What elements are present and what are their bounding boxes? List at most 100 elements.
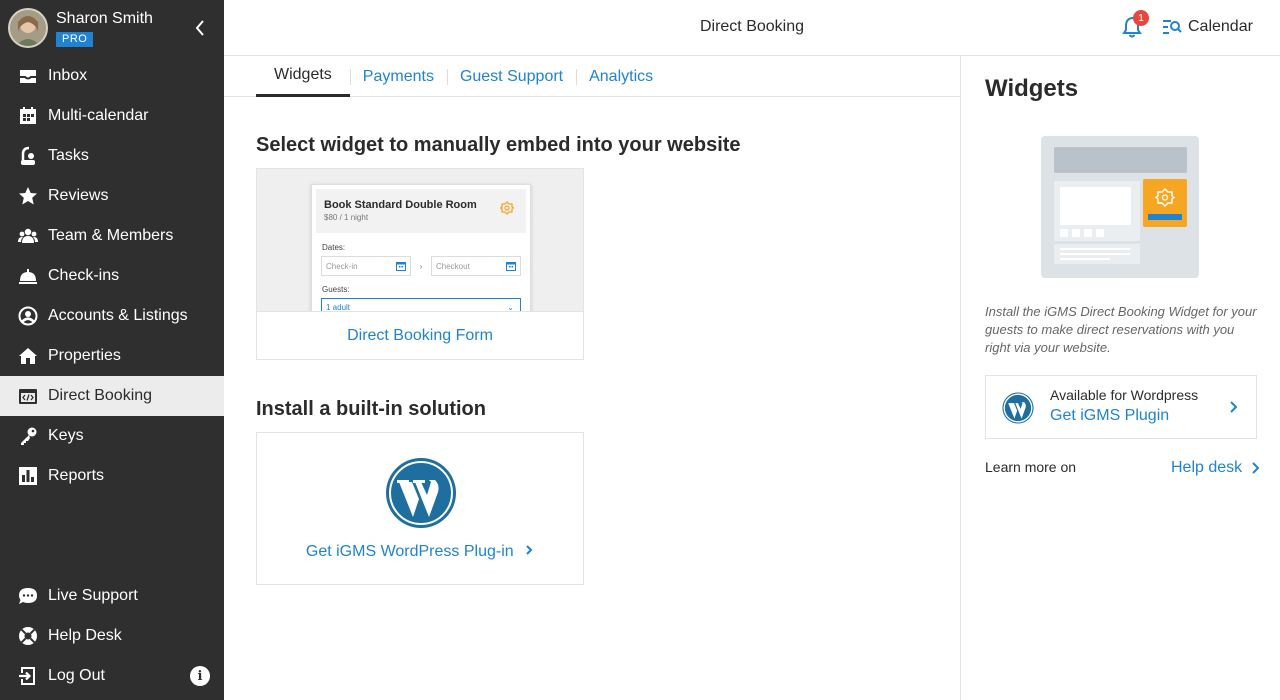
sidebar-item-label: Live Support (48, 587, 138, 604)
notification-badge: 1 (1133, 10, 1149, 26)
sidebar-nav: Inbox Multi-calendar Tasks Reviews Team … (0, 56, 224, 496)
sidebar-bottom-nav: Live Support Help Desk Log Out i (0, 576, 224, 696)
bar-chart-icon (18, 466, 38, 486)
wordpress-plugin-card[interactable]: Get iGMS WordPress Plug-in (256, 432, 584, 585)
sidebar-item-label: Keys (48, 427, 84, 444)
widget-illustration (1041, 136, 1199, 278)
sidebar-item-label: Tasks (48, 147, 89, 164)
wordpress-logo-icon (1002, 392, 1034, 424)
sidebar-item-label: Properties (48, 347, 121, 364)
wordpress-plugin-link[interactable]: Get iGMS WordPress Plug-in (257, 543, 583, 561)
sidebar-item-label: Reviews (48, 187, 109, 204)
mock-checkout-placeholder: Checkout (436, 261, 470, 271)
profile[interactable]: Sharon Smith PRO (0, 0, 224, 56)
mini-calendar-icon (396, 262, 406, 271)
tab-widgets[interactable]: Widgets (256, 56, 350, 97)
sidebar-item-log-out[interactable]: Log Out i (0, 656, 224, 696)
mock-price: $80 / 1 night (324, 213, 369, 222)
tab-guest-support[interactable]: Guest Support (446, 56, 576, 97)
sidebar-item-label: Multi-calendar (48, 107, 149, 124)
sidebar-item-reviews[interactable]: Reviews (0, 176, 224, 216)
booking-form-mock: Book Standard Double Room $80 / 1 night … (311, 184, 531, 312)
logout-icon (18, 666, 38, 686)
account-icon (18, 306, 38, 326)
home-icon (18, 346, 38, 366)
user-name: Sharon Smith (56, 10, 153, 27)
info-icon[interactable]: i (190, 666, 210, 686)
mock-guests-select: 1 adult ⌄ (321, 298, 521, 312)
sidebar-item-help-desk[interactable]: Help Desk (0, 616, 224, 656)
right-panel: Widgets Install the iGMS Direct Booking … (960, 56, 1280, 700)
avatar[interactable] (8, 8, 48, 48)
service-bell-icon (18, 266, 38, 286)
get-plugin-box[interactable]: Available for Wordpress Get iGMS Plugin (985, 375, 1257, 439)
sidebar-item-label: Inbox (48, 67, 88, 84)
sidebar-item-label: Log Out (48, 667, 105, 684)
chevron-right-icon (1252, 462, 1260, 474)
sidebar-item-accounts[interactable]: Accounts & Listings (0, 296, 224, 336)
widgets-heading: Select widget to manually embed into you… (256, 134, 741, 156)
panel-description: Install the iGMS Direct Booking Widget f… (985, 304, 1257, 355)
panel-title: Widgets (985, 75, 1079, 102)
mock-guests-label: Guests: (322, 285, 350, 294)
wordpress-logo-icon (386, 458, 456, 528)
pro-badge: PRO (56, 32, 94, 47)
builtin-heading: Install a built-in solution (256, 398, 486, 420)
sidebar-item-reports[interactable]: Reports (0, 456, 224, 496)
sidebar-item-label: Reports (48, 467, 105, 484)
tab-analytics[interactable]: Analytics (576, 56, 666, 97)
mock-room-title: Book Standard Double Room (324, 199, 477, 211)
sidebar-item-live-support[interactable]: Live Support (0, 576, 224, 616)
sidebar-item-properties[interactable]: Properties (0, 336, 224, 376)
chat-icon (18, 586, 38, 606)
wordpress-plugin-link-label: Get iGMS WordPress Plug-in (305, 543, 514, 560)
direct-booking-form-card[interactable]: Book Standard Double Room $80 / 1 night … (256, 168, 584, 360)
sidebar-item-inbox[interactable]: Inbox (0, 56, 224, 96)
mock-checkin-placeholder: Check-in (326, 261, 358, 271)
mock-checkin-field: Check-in (321, 256, 411, 276)
sidebar-item-label: Team & Members (48, 227, 174, 244)
sidebar-item-keys[interactable]: Keys (0, 416, 224, 456)
calendar-search-icon (1163, 20, 1182, 34)
mock-arrow: › (419, 261, 423, 271)
chevron-right-icon (526, 545, 533, 555)
sidebar-item-label: Direct Booking (48, 387, 153, 404)
mini-calendar-icon (506, 262, 516, 271)
get-plugin-link[interactable]: Get iGMS Plugin (1050, 407, 1169, 425)
direct-booking-form-link[interactable]: Direct Booking Form (257, 312, 583, 359)
help-desk-link[interactable]: Help desk (1171, 459, 1260, 477)
sidebar-item-check-ins[interactable]: Check-ins (0, 256, 224, 296)
mock-dates-label: Dates: (322, 243, 346, 252)
calendar-button[interactable]: Calendar (1162, 18, 1253, 36)
team-icon (18, 226, 38, 246)
star-icon (18, 186, 38, 206)
tab-bar: Widgets Payments Guest Support Analytics (224, 56, 960, 97)
vacuum-icon (18, 146, 38, 166)
chevron-down-icon: ⌄ (507, 303, 514, 312)
mock-guests-value: 1 adult (326, 303, 351, 312)
chevron-right-icon (1230, 401, 1238, 413)
inbox-icon (18, 66, 38, 86)
sidebar-item-team[interactable]: Team & Members (0, 216, 224, 256)
plugin-availability: Available for Wordpress (1050, 387, 1199, 403)
sidebar-item-tasks[interactable]: Tasks (0, 136, 224, 176)
main-content: Widgets Payments Guest Support Analytics… (224, 56, 960, 700)
help-desk-label: Help desk (1171, 459, 1243, 476)
calendar-icon (18, 106, 38, 126)
sidebar: Sharon Smith PRO Inbox Multi-calendar Ta… (0, 0, 224, 700)
top-bar: Direct Booking 1 Calendar (224, 0, 1280, 56)
widget-preview: Book Standard Double Room $80 / 1 night … (257, 169, 583, 312)
igms-logo-icon (500, 201, 514, 215)
tab-payments[interactable]: Payments (349, 56, 447, 97)
sidebar-item-label: Help Desk (48, 627, 122, 644)
sidebar-item-direct-booking[interactable]: Direct Booking (0, 376, 224, 416)
learn-more-label: Learn more on (985, 459, 1077, 475)
code-window-icon (18, 386, 38, 406)
sidebar-item-multi-calendar[interactable]: Multi-calendar (0, 96, 224, 136)
sidebar-item-label: Accounts & Listings (48, 307, 188, 324)
sidebar-item-label: Check-ins (48, 267, 120, 284)
mock-checkout-field: Checkout (431, 256, 521, 276)
chevron-left-icon[interactable] (194, 18, 206, 38)
key-icon (18, 426, 38, 446)
lifebuoy-icon (18, 626, 38, 646)
